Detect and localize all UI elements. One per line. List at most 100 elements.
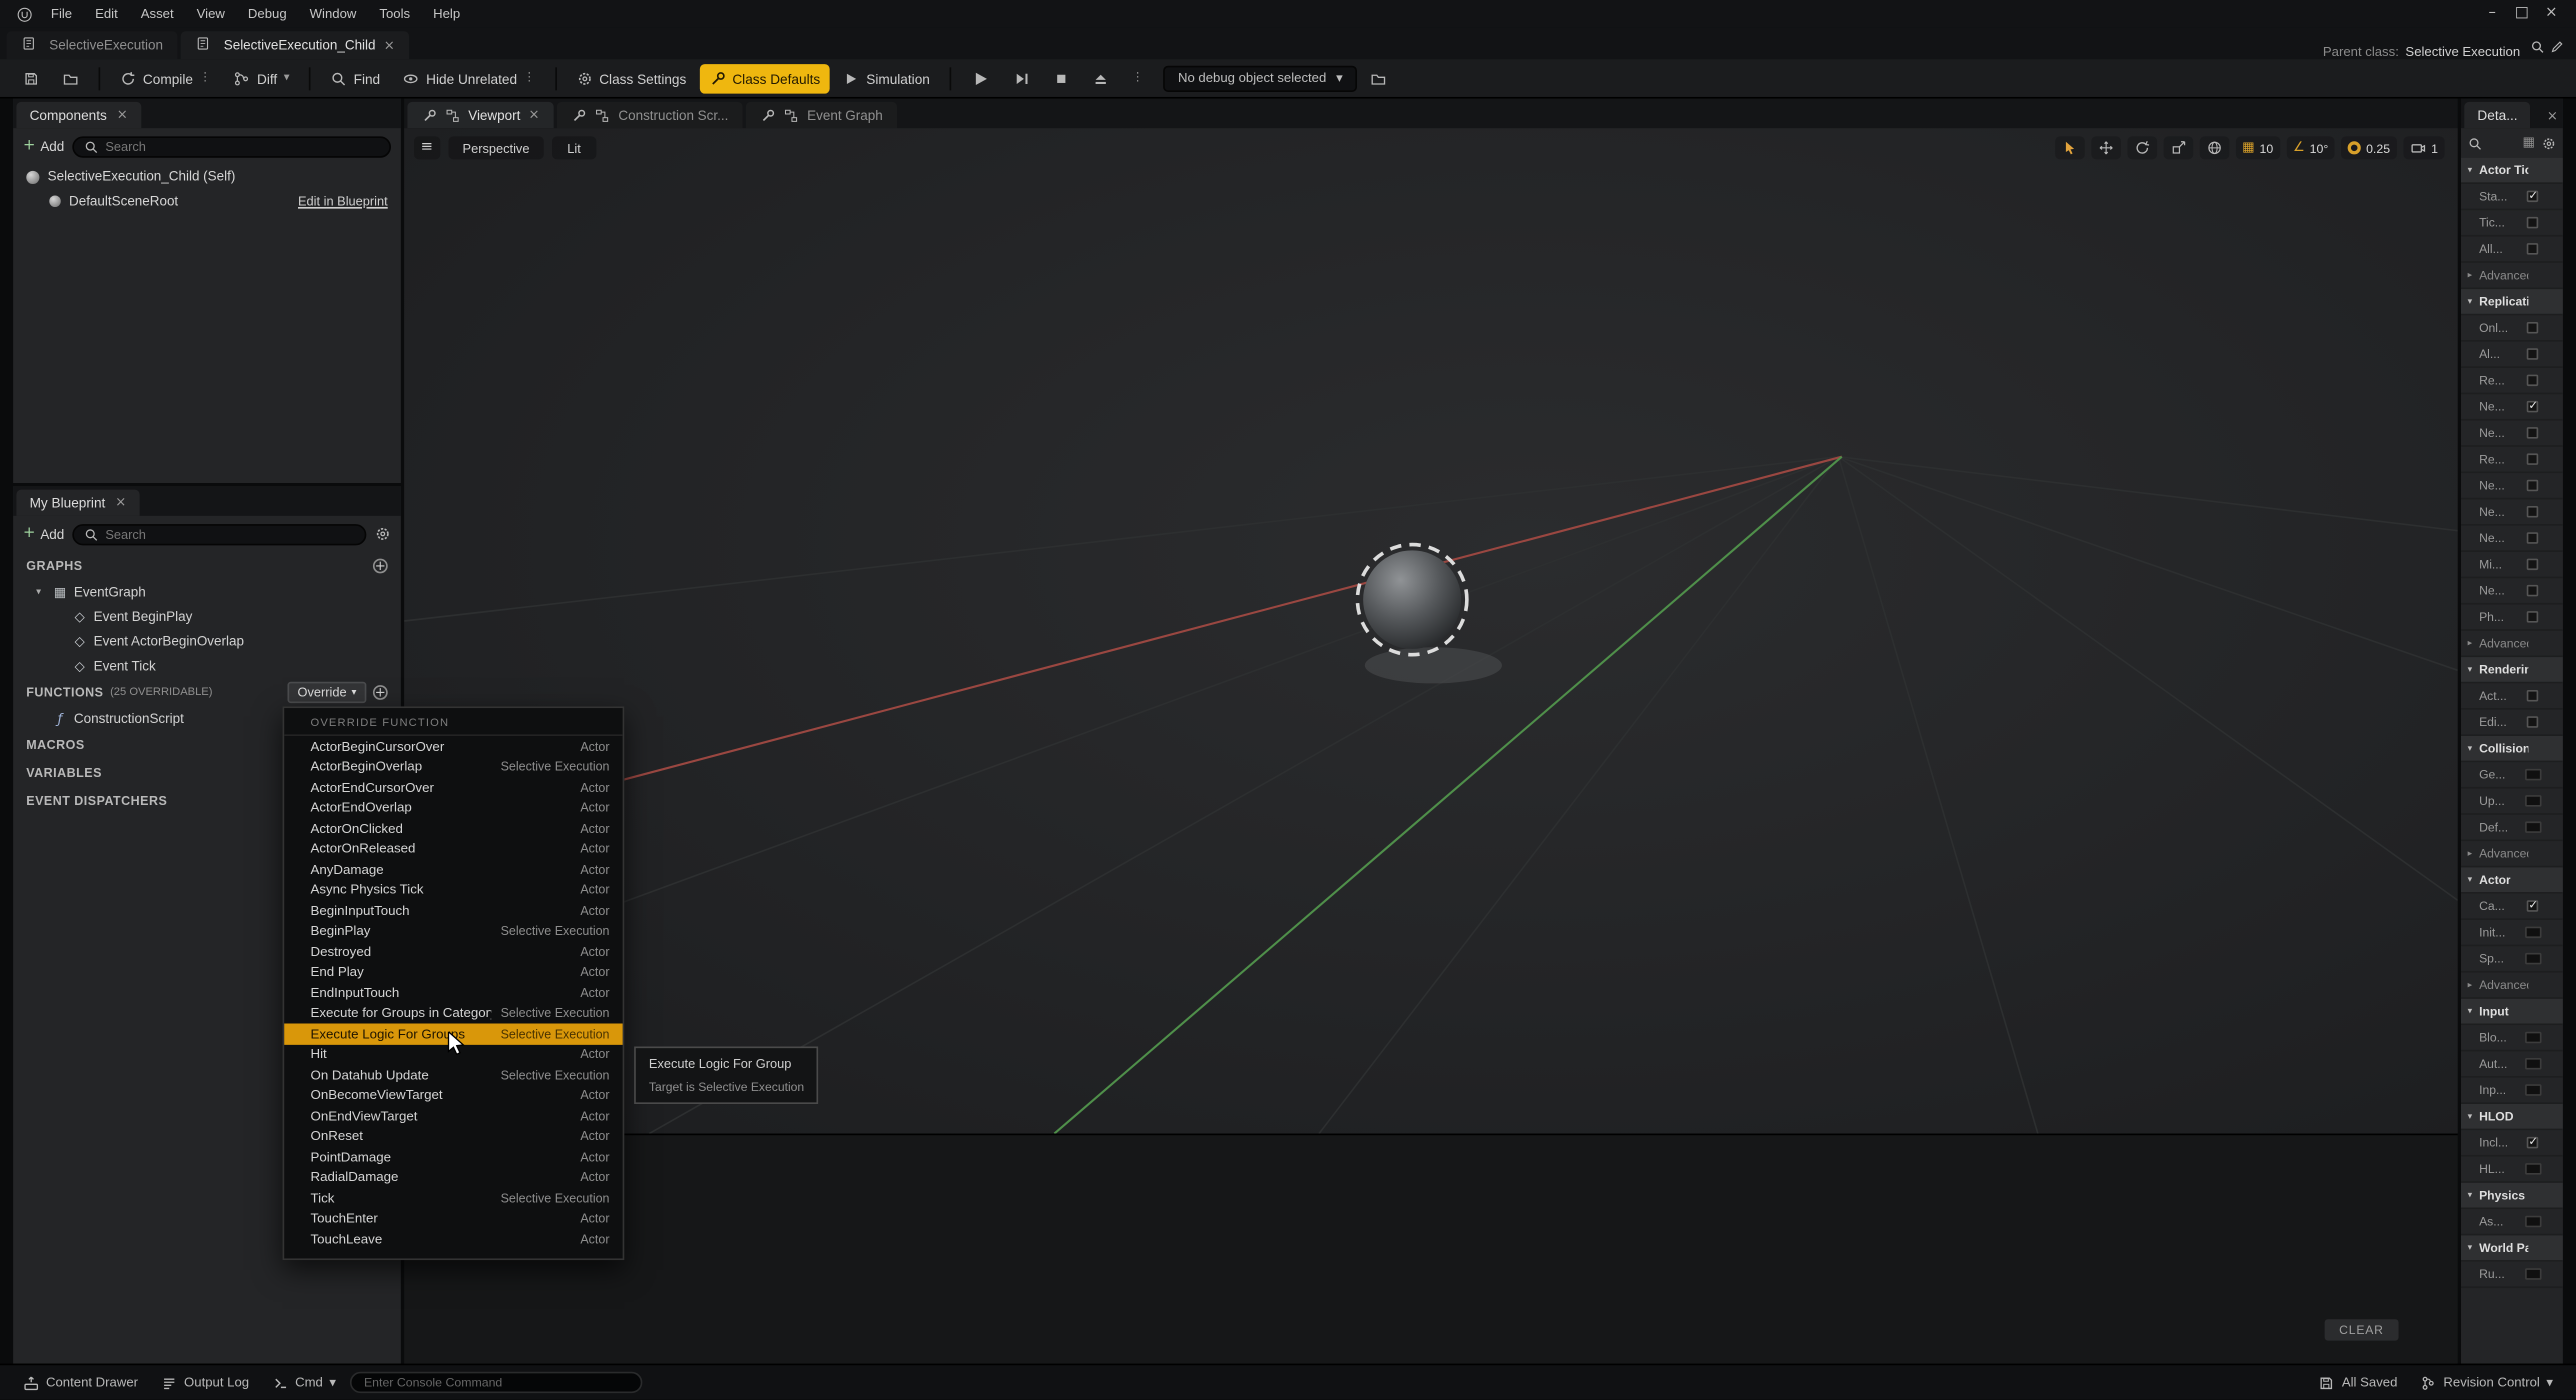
graph-tree-item[interactable]: ▾ Event ActorBeginOverlap: [13, 629, 401, 654]
details-tab[interactable]: Deta...: [2464, 102, 2530, 128]
clear-button[interactable]: CLEAR: [2324, 1319, 2398, 1340]
details-row[interactable]: HLOD: [2461, 1104, 2563, 1130]
details-row[interactable]: Sta...: [2461, 184, 2563, 210]
camera-speed-button[interactable]: 1: [2403, 136, 2444, 159]
details-row[interactable]: Edi...: [2461, 710, 2563, 736]
details-row[interactable]: Ne...: [2461, 526, 2563, 552]
add-component-button[interactable]: Add: [23, 138, 64, 154]
details-row[interactable]: World Parti: [2461, 1235, 2563, 1261]
property-control[interactable]: [2527, 1137, 2539, 1149]
details-row[interactable]: Def...: [2461, 815, 2563, 841]
tab-close-icon[interactable]: [384, 39, 395, 52]
perspective-button[interactable]: Perspective: [448, 136, 545, 159]
grid-snap-button[interactable]: 10: [2236, 136, 2280, 159]
graph-tree-item[interactable]: ▾ Event Tick: [13, 654, 401, 679]
tab-close-icon[interactable]: [117, 108, 128, 121]
browse-asset-button[interactable]: [53, 63, 89, 93]
details-row[interactable]: All...: [2461, 237, 2563, 263]
property-control[interactable]: [2527, 427, 2539, 439]
select-tool-button[interactable]: [2055, 136, 2085, 159]
property-control[interactable]: [2525, 1163, 2541, 1175]
details-row[interactable]: Actor: [2461, 867, 2563, 893]
details-row[interactable]: Up...: [2461, 789, 2563, 815]
my-blueprint-tab[interactable]: My Blueprint: [16, 490, 139, 516]
frame-skip-button[interactable]: [1004, 63, 1040, 93]
override-menu-item[interactable]: TouchEnter Actor: [284, 1208, 622, 1229]
details-row[interactable]: Ne...: [2461, 394, 2563, 420]
menu-item[interactable]: Edit: [84, 0, 130, 28]
details-row[interactable]: Physics: [2461, 1183, 2563, 1209]
expander-icon[interactable]: ▾: [36, 587, 46, 597]
override-menu-item[interactable]: RadialDamage Actor: [284, 1167, 622, 1188]
override-menu-item[interactable]: On Datahub Update Selective Execution: [284, 1065, 622, 1086]
details-row[interactable]: Advanced: [2461, 841, 2563, 867]
property-control[interactable]: [2527, 585, 2539, 597]
components-tab[interactable]: Components: [16, 102, 140, 128]
override-menu-item[interactable]: BeginInputTouch Actor: [284, 900, 622, 921]
browse-debug-object-button[interactable]: [1361, 63, 1397, 93]
details-row[interactable]: Re...: [2461, 368, 2563, 394]
property-control[interactable]: [2525, 927, 2541, 939]
override-menu-item[interactable]: Execute for Groups in Category Selective…: [284, 1003, 622, 1024]
override-menu-item[interactable]: ActorEndOverlap Actor: [284, 798, 622, 819]
tab-close-icon[interactable]: [529, 108, 540, 121]
property-control[interactable]: [2527, 401, 2539, 413]
my-blueprint-search-input[interactable]: [105, 527, 355, 542]
panel-tab[interactable]: Event Graph: [746, 102, 897, 128]
override-menu-item[interactable]: EndInputTouch Actor: [284, 982, 622, 1003]
content-drawer-button[interactable]: Content Drawer: [13, 1369, 148, 1395]
property-control[interactable]: [2525, 953, 2541, 965]
3d-viewport[interactable]: Perspective Lit 10 10° 0.25 1: [404, 128, 2458, 1133]
details-row[interactable]: Re...: [2461, 447, 2563, 473]
details-row[interactable]: Advanced: [2461, 631, 2563, 657]
override-menu-item[interactable]: Async Physics Tick Actor: [284, 880, 622, 901]
details-row[interactable]: As...: [2461, 1209, 2563, 1235]
property-control[interactable]: [2527, 322, 2539, 334]
unreal-logo[interactable]: [16, 6, 32, 22]
console-command-input[interactable]: [349, 1372, 641, 1393]
cmd-button[interactable]: Cmd: [262, 1369, 346, 1395]
my-blueprint-search[interactable]: [72, 523, 366, 544]
details-row[interactable]: Al...: [2461, 342, 2563, 368]
panel-tab[interactable]: Viewport: [407, 102, 554, 128]
override-menu-item[interactable]: ActorOnClicked Actor: [284, 818, 622, 839]
scale-tool-button[interactable]: [2163, 136, 2193, 159]
details-row[interactable]: Ne...: [2461, 473, 2563, 499]
graph-tree-item[interactable]: ▾ EventGraph: [13, 580, 401, 605]
property-control[interactable]: [2525, 1216, 2541, 1228]
sphere-actor[interactable]: [1363, 550, 1461, 649]
hide-unrelated-options-icon[interactable]: [524, 72, 536, 84]
property-control[interactable]: [2525, 821, 2541, 833]
property-control[interactable]: [2527, 480, 2539, 492]
details-row[interactable]: Ne...: [2461, 421, 2563, 447]
property-control[interactable]: [2527, 716, 2539, 728]
all-saved-button[interactable]: All Saved: [2309, 1369, 2407, 1395]
components-search-input[interactable]: [105, 139, 379, 154]
rotation-snap-button[interactable]: 10°: [2286, 136, 2334, 159]
details-row[interactable]: Advanced: [2461, 973, 2563, 999]
window-close-icon[interactable]: [2537, 7, 2567, 22]
view-mode-button[interactable]: Lit: [552, 136, 595, 159]
details-row[interactable]: Collision: [2461, 736, 2563, 762]
property-control[interactable]: [2525, 769, 2541, 781]
property-control[interactable]: [2525, 1268, 2541, 1280]
details-row[interactable]: Mi...: [2461, 552, 2563, 578]
details-row[interactable]: Sp...: [2461, 946, 2563, 972]
component-root-item[interactable]: SelectiveExecution_Child (Self): [13, 164, 401, 189]
graph-tree-item[interactable]: ▾ Event BeginPlay: [13, 605, 401, 630]
save-button[interactable]: [13, 63, 49, 93]
override-menu-item[interactable]: Destroyed Actor: [284, 941, 622, 962]
menu-item[interactable]: Help: [422, 0, 472, 28]
details-row[interactable]: Blo...: [2461, 1025, 2563, 1051]
override-menu-item[interactable]: Tick Selective Execution: [284, 1188, 622, 1209]
details-row[interactable]: Ne...: [2461, 499, 2563, 525]
override-menu-item[interactable]: OnEndViewTarget Actor: [284, 1106, 622, 1127]
panel-close-icon[interactable]: [2547, 110, 2558, 123]
play-button[interactable]: [961, 63, 1000, 93]
details-row[interactable]: Ca...: [2461, 894, 2563, 920]
details-row[interactable]: Ge...: [2461, 762, 2563, 788]
menu-item[interactable]: Window: [298, 0, 368, 28]
details-row[interactable]: Inp...: [2461, 1078, 2563, 1104]
tab-close-icon[interactable]: [115, 496, 126, 509]
details-row[interactable]: Init...: [2461, 920, 2563, 946]
